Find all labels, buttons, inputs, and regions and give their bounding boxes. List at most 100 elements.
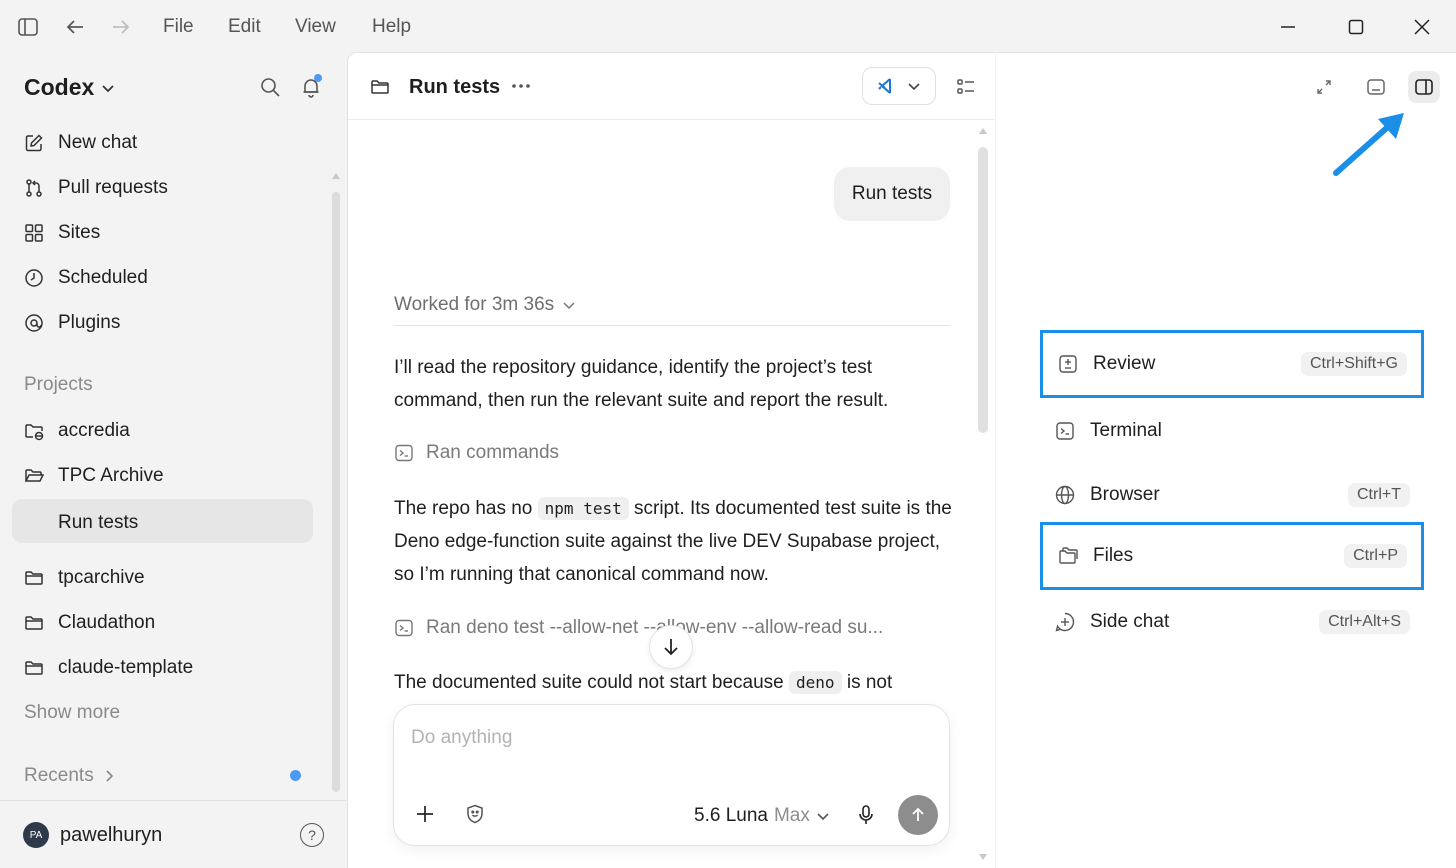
nav-new-chat[interactable]: New chat [24,132,137,154]
menu-view[interactable]: View [295,16,336,38]
ran-commands-toggle[interactable]: Ran commands [394,442,559,464]
folder-icon [24,658,44,678]
menu-file[interactable]: File [163,16,194,38]
expand-icon[interactable] [1308,71,1340,103]
divider [394,325,950,326]
panel-item-label: Files [1093,545,1134,566]
nav-label: Sites [58,222,101,243]
project-label: claude-template [58,657,194,678]
help-button[interactable]: ? [300,823,324,847]
project-claudathon[interactable]: Claudathon [24,612,155,634]
ran-deno-command-toggle[interactable]: Ran deno test --allow-net --allow-env --… [394,617,883,639]
chevron-down-icon [817,813,829,821]
title-bar: File Edit View Help [0,0,1456,52]
project-tpc-archive[interactable]: TPC Archive [24,465,164,487]
close-icon[interactable] [1407,12,1437,42]
scroll-up-icon[interactable] [331,172,341,180]
project-label: tpcarchive [58,567,145,588]
sidebar: Codex New chat Pull requests Sites Sched… [0,52,346,868]
panel-item-browser[interactable]: Browser Ctrl+T [1040,461,1424,529]
folder-open-icon [24,466,44,486]
chevron-right-icon [106,770,113,782]
chat-scrollbar[interactable] [978,147,988,433]
back-arrow-icon[interactable] [62,14,88,40]
panel-item-terminal[interactable]: Terminal [1040,397,1424,465]
forward-arrow-icon[interactable] [108,14,134,40]
terminal-icon [395,444,413,462]
terminal-icon [395,619,413,637]
menu-help[interactable]: Help [372,16,411,38]
send-button[interactable] [898,795,938,835]
side-chat-icon [1054,611,1076,633]
vscode-icon [878,78,891,94]
grid-icon [24,223,44,243]
chat-label: Run tests [58,512,139,533]
avatar[interactable]: PA [23,822,49,848]
chat-run-tests[interactable]: Run tests [58,512,138,534]
project-claude-template[interactable]: claude-template [24,657,193,679]
side-panel-toggle-icon[interactable] [1408,71,1440,103]
edit-icon [24,133,44,153]
project-label: accredia [58,420,130,441]
user-message: Run tests [834,167,950,221]
globe-icon [1054,484,1076,506]
folder-globe-icon [24,421,44,441]
sidebar-scrollbar[interactable] [332,192,340,792]
nav-sites[interactable]: Sites [24,222,100,244]
nav-pull-requests[interactable]: Pull requests [24,177,168,199]
arrow-down-icon [664,639,678,656]
panel-item-label: Review [1093,353,1156,374]
panel-item-files[interactable]: Files Ctrl+P [1040,522,1424,590]
bottom-panel-toggle-icon[interactable] [1360,71,1392,103]
shortcut-badge: Ctrl+T [1348,483,1410,507]
panel-item-review[interactable]: Review Ctrl+Shift+G [1040,330,1424,398]
workspace-switcher[interactable]: Codex [24,74,116,101]
worked-for-label: Worked for 3m 36s [394,294,555,315]
model-selector[interactable]: 5.6 Luna Max [694,805,830,827]
menu-edit[interactable]: Edit [228,16,261,38]
username[interactable]: pawelhuryn [60,824,162,847]
nav-plugins[interactable]: Plugins [24,312,120,334]
brand-title: Codex [24,74,95,100]
composer: 5.6 Luna Max [393,704,950,846]
project-label: TPC Archive [58,465,164,486]
add-attachment-icon[interactable] [414,803,436,825]
panel-item-label: Side chat [1090,611,1170,632]
inline-code: npm test [537,497,629,520]
notification-dot [314,74,322,82]
folders-icon [1057,545,1079,567]
worked-for-toggle[interactable]: Worked for 3m 36s [394,294,576,316]
folder-icon [370,77,390,97]
nav-scheduled[interactable]: Scheduled [24,267,148,289]
microphone-icon[interactable] [856,804,876,826]
scroll-to-bottom-button[interactable] [649,625,693,669]
project-tpcarchive[interactable]: tpcarchive [24,567,145,589]
task-list-icon[interactable] [956,77,976,97]
chat-panel: Run tests Run tests Worked for 3m 36s I’… [347,52,995,868]
review-icon [1057,353,1079,375]
search-icon[interactable] [259,76,281,98]
maximize-icon[interactable] [1341,12,1371,42]
recents-label: Recents [24,765,94,786]
model-variant: Max [773,805,810,826]
panel-item-side-chat[interactable]: Side chat Ctrl+Alt+S [1040,588,1424,656]
nav-label: Plugins [58,312,121,333]
more-options-icon[interactable] [511,83,531,89]
chat-scroll-up-icon[interactable] [978,127,988,135]
minimize-icon[interactable] [1273,12,1303,42]
sidebar-toggle-icon[interactable] [15,14,41,40]
plugin-icon [24,313,44,333]
nav-label: Scheduled [58,267,148,288]
terminal-icon [1054,420,1076,442]
permissions-shield-icon[interactable] [464,803,486,825]
recents-toggle[interactable]: Recents [24,765,116,787]
assistant-message-3: The documented suite could not start bec… [394,666,954,704]
chat-scroll-down-icon[interactable] [978,853,988,861]
composer-input[interactable] [411,727,931,749]
project-accredia[interactable]: accredia [24,420,130,442]
chevron-down-icon [908,83,920,91]
shortcut-badge: Ctrl+Alt+S [1319,610,1410,634]
open-in-editor-button[interactable] [862,67,936,105]
shortcut-badge: Ctrl+Shift+G [1300,352,1407,376]
show-more-link[interactable]: Show more [24,702,120,724]
